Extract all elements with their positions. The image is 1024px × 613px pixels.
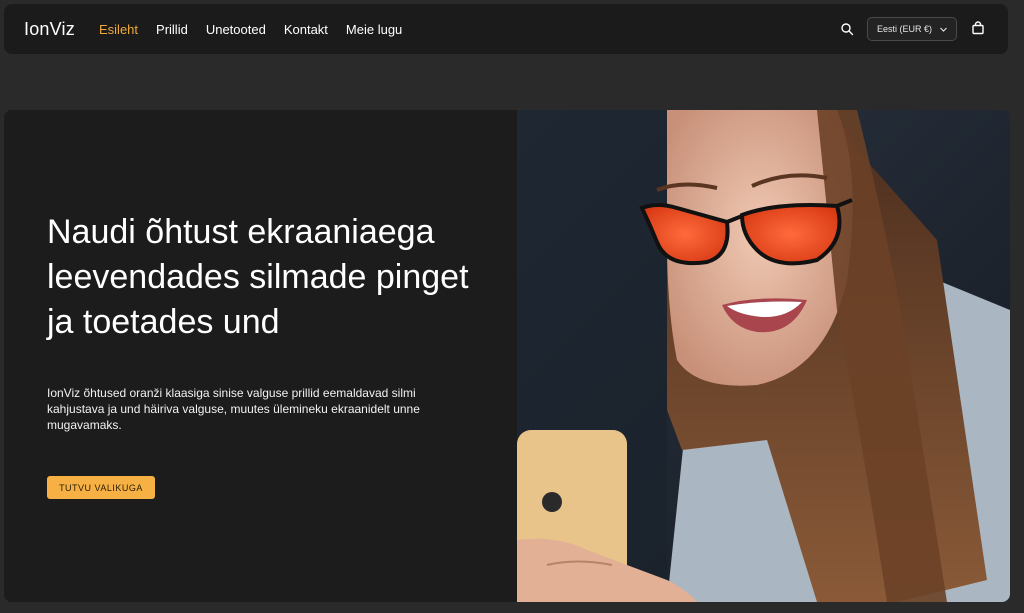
hero-text-panel: Naudi õhtust ekraaniaega leevendades sil… <box>4 110 517 602</box>
locale-label: Eesti (EUR €) <box>877 24 933 34</box>
shopping-bag-icon[interactable] <box>971 21 985 35</box>
nav-item-unetooted[interactable]: Unetooted <box>206 22 266 37</box>
main-nav: Esileht Prillid Unetooted Kontakt Meie l… <box>99 22 420 37</box>
chevron-down-icon <box>939 25 948 34</box>
nav-item-kontakt[interactable]: Kontakt <box>284 22 328 37</box>
site-logo[interactable]: IonViz <box>24 19 75 40</box>
hero-section: Naudi õhtust ekraaniaega leevendades sil… <box>4 110 1010 602</box>
nav-item-meie-lugu[interactable]: Meie lugu <box>346 22 402 37</box>
hero-title: Naudi õhtust ekraaniaega leevendades sil… <box>47 213 469 341</box>
nav-item-prillid[interactable]: Prillid <box>156 22 188 37</box>
nav-item-esileht[interactable]: Esileht <box>99 22 138 37</box>
locale-selector[interactable]: Eesti (EUR €) <box>867 17 957 41</box>
hero-description: IonViz õhtused oranži klaasiga sinise va… <box>47 386 420 432</box>
site-header: IonViz Esileht Prillid Unetooted Kontakt… <box>4 4 1008 54</box>
search-icon[interactable] <box>840 22 854 36</box>
hero-photo <box>517 110 1010 602</box>
browse-selection-button[interactable]: TUTVU VALIKUGA <box>47 476 155 499</box>
